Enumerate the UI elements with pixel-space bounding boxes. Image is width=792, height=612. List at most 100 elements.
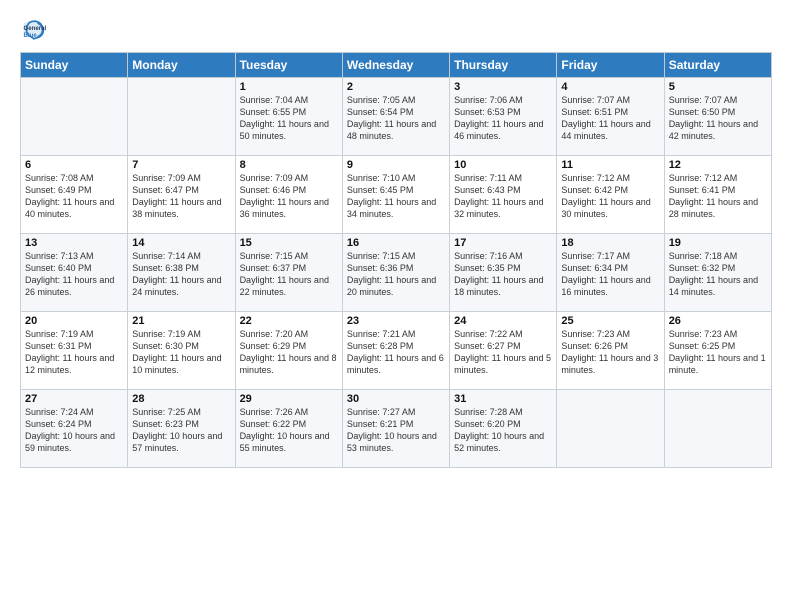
day-number: 19 (669, 237, 767, 249)
calendar-cell (21, 78, 128, 156)
day-info: Sunrise: 7:09 AM Sunset: 6:46 PM Dayligh… (240, 172, 338, 221)
day-info: Sunrise: 7:15 AM Sunset: 6:36 PM Dayligh… (347, 250, 445, 299)
day-info: Sunrise: 7:22 AM Sunset: 6:27 PM Dayligh… (454, 328, 552, 377)
svg-text:Blue: Blue (24, 32, 38, 39)
day-number: 24 (454, 315, 552, 327)
day-number: 18 (561, 237, 659, 249)
day-number: 17 (454, 237, 552, 249)
day-info: Sunrise: 7:10 AM Sunset: 6:45 PM Dayligh… (347, 172, 445, 221)
day-number: 21 (132, 315, 230, 327)
day-number: 20 (25, 315, 123, 327)
calendar-cell: 9Sunrise: 7:10 AM Sunset: 6:45 PM Daylig… (342, 156, 449, 234)
calendar-cell: 6Sunrise: 7:08 AM Sunset: 6:49 PM Daylig… (21, 156, 128, 234)
day-number: 8 (240, 159, 338, 171)
day-number: 10 (454, 159, 552, 171)
day-info: Sunrise: 7:28 AM Sunset: 6:20 PM Dayligh… (454, 406, 552, 455)
calendar-cell: 4Sunrise: 7:07 AM Sunset: 6:51 PM Daylig… (557, 78, 664, 156)
day-number: 30 (347, 393, 445, 405)
calendar-cell: 18Sunrise: 7:17 AM Sunset: 6:34 PM Dayli… (557, 234, 664, 312)
day-info: Sunrise: 7:26 AM Sunset: 6:22 PM Dayligh… (240, 406, 338, 455)
day-info: Sunrise: 7:12 AM Sunset: 6:41 PM Dayligh… (669, 172, 767, 221)
day-number: 11 (561, 159, 659, 171)
header-sunday: Sunday (21, 53, 128, 78)
day-number: 13 (25, 237, 123, 249)
day-info: Sunrise: 7:19 AM Sunset: 6:31 PM Dayligh… (25, 328, 123, 377)
day-info: Sunrise: 7:27 AM Sunset: 6:21 PM Dayligh… (347, 406, 445, 455)
day-info: Sunrise: 7:23 AM Sunset: 6:26 PM Dayligh… (561, 328, 659, 377)
page-container: General Blue SundayMondayTuesdayWednesda… (0, 0, 792, 478)
calendar-cell: 26Sunrise: 7:23 AM Sunset: 6:25 PM Dayli… (664, 312, 771, 390)
day-number: 5 (669, 81, 767, 93)
calendar-cell: 25Sunrise: 7:23 AM Sunset: 6:26 PM Dayli… (557, 312, 664, 390)
day-info: Sunrise: 7:09 AM Sunset: 6:47 PM Dayligh… (132, 172, 230, 221)
calendar-cell: 19Sunrise: 7:18 AM Sunset: 6:32 PM Dayli… (664, 234, 771, 312)
calendar-cell (664, 390, 771, 468)
logo-icon: General Blue (20, 16, 48, 44)
day-number: 12 (669, 159, 767, 171)
calendar-cell: 31Sunrise: 7:28 AM Sunset: 6:20 PM Dayli… (450, 390, 557, 468)
day-info: Sunrise: 7:25 AM Sunset: 6:23 PM Dayligh… (132, 406, 230, 455)
day-info: Sunrise: 7:21 AM Sunset: 6:28 PM Dayligh… (347, 328, 445, 377)
day-info: Sunrise: 7:08 AM Sunset: 6:49 PM Dayligh… (25, 172, 123, 221)
calendar-cell: 3Sunrise: 7:06 AM Sunset: 6:53 PM Daylig… (450, 78, 557, 156)
svg-text:General: General (24, 25, 47, 32)
header-thursday: Thursday (450, 53, 557, 78)
day-info: Sunrise: 7:17 AM Sunset: 6:34 PM Dayligh… (561, 250, 659, 299)
calendar-cell: 13Sunrise: 7:13 AM Sunset: 6:40 PM Dayli… (21, 234, 128, 312)
day-info: Sunrise: 7:23 AM Sunset: 6:25 PM Dayligh… (669, 328, 767, 377)
calendar-week-0: 1Sunrise: 7:04 AM Sunset: 6:55 PM Daylig… (21, 78, 772, 156)
header-tuesday: Tuesday (235, 53, 342, 78)
calendar-header-row: SundayMondayTuesdayWednesdayThursdayFrid… (21, 53, 772, 78)
day-number: 9 (347, 159, 445, 171)
day-number: 22 (240, 315, 338, 327)
calendar-cell: 5Sunrise: 7:07 AM Sunset: 6:50 PM Daylig… (664, 78, 771, 156)
calendar-cell: 23Sunrise: 7:21 AM Sunset: 6:28 PM Dayli… (342, 312, 449, 390)
calendar-cell: 2Sunrise: 7:05 AM Sunset: 6:54 PM Daylig… (342, 78, 449, 156)
logo: General Blue (20, 16, 48, 44)
day-number: 29 (240, 393, 338, 405)
day-info: Sunrise: 7:11 AM Sunset: 6:43 PM Dayligh… (454, 172, 552, 221)
day-number: 15 (240, 237, 338, 249)
day-info: Sunrise: 7:12 AM Sunset: 6:42 PM Dayligh… (561, 172, 659, 221)
day-info: Sunrise: 7:07 AM Sunset: 6:51 PM Dayligh… (561, 94, 659, 143)
day-number: 14 (132, 237, 230, 249)
calendar-cell: 1Sunrise: 7:04 AM Sunset: 6:55 PM Daylig… (235, 78, 342, 156)
day-info: Sunrise: 7:04 AM Sunset: 6:55 PM Dayligh… (240, 94, 338, 143)
calendar-cell: 24Sunrise: 7:22 AM Sunset: 6:27 PM Dayli… (450, 312, 557, 390)
calendar-cell: 27Sunrise: 7:24 AM Sunset: 6:24 PM Dayli… (21, 390, 128, 468)
calendar-cell: 8Sunrise: 7:09 AM Sunset: 6:46 PM Daylig… (235, 156, 342, 234)
calendar-cell: 11Sunrise: 7:12 AM Sunset: 6:42 PM Dayli… (557, 156, 664, 234)
calendar-week-4: 27Sunrise: 7:24 AM Sunset: 6:24 PM Dayli… (21, 390, 772, 468)
day-number: 1 (240, 81, 338, 93)
day-number: 6 (25, 159, 123, 171)
day-number: 16 (347, 237, 445, 249)
calendar-cell: 17Sunrise: 7:16 AM Sunset: 6:35 PM Dayli… (450, 234, 557, 312)
calendar-cell: 28Sunrise: 7:25 AM Sunset: 6:23 PM Dayli… (128, 390, 235, 468)
calendar-cell: 21Sunrise: 7:19 AM Sunset: 6:30 PM Dayli… (128, 312, 235, 390)
calendar-cell: 16Sunrise: 7:15 AM Sunset: 6:36 PM Dayli… (342, 234, 449, 312)
day-info: Sunrise: 7:14 AM Sunset: 6:38 PM Dayligh… (132, 250, 230, 299)
day-number: 28 (132, 393, 230, 405)
calendar-cell: 15Sunrise: 7:15 AM Sunset: 6:37 PM Dayli… (235, 234, 342, 312)
header-monday: Monday (128, 53, 235, 78)
header-wednesday: Wednesday (342, 53, 449, 78)
day-info: Sunrise: 7:16 AM Sunset: 6:35 PM Dayligh… (454, 250, 552, 299)
calendar-cell: 12Sunrise: 7:12 AM Sunset: 6:41 PM Dayli… (664, 156, 771, 234)
day-info: Sunrise: 7:13 AM Sunset: 6:40 PM Dayligh… (25, 250, 123, 299)
day-number: 31 (454, 393, 552, 405)
day-number: 27 (25, 393, 123, 405)
header-saturday: Saturday (664, 53, 771, 78)
calendar-cell: 7Sunrise: 7:09 AM Sunset: 6:47 PM Daylig… (128, 156, 235, 234)
header-row: General Blue (20, 16, 772, 44)
day-info: Sunrise: 7:19 AM Sunset: 6:30 PM Dayligh… (132, 328, 230, 377)
day-number: 2 (347, 81, 445, 93)
day-info: Sunrise: 7:24 AM Sunset: 6:24 PM Dayligh… (25, 406, 123, 455)
day-number: 25 (561, 315, 659, 327)
calendar-week-1: 6Sunrise: 7:08 AM Sunset: 6:49 PM Daylig… (21, 156, 772, 234)
day-number: 26 (669, 315, 767, 327)
day-info: Sunrise: 7:20 AM Sunset: 6:29 PM Dayligh… (240, 328, 338, 377)
day-number: 7 (132, 159, 230, 171)
calendar-cell: 22Sunrise: 7:20 AM Sunset: 6:29 PM Dayli… (235, 312, 342, 390)
calendar-week-2: 13Sunrise: 7:13 AM Sunset: 6:40 PM Dayli… (21, 234, 772, 312)
calendar-cell: 10Sunrise: 7:11 AM Sunset: 6:43 PM Dayli… (450, 156, 557, 234)
